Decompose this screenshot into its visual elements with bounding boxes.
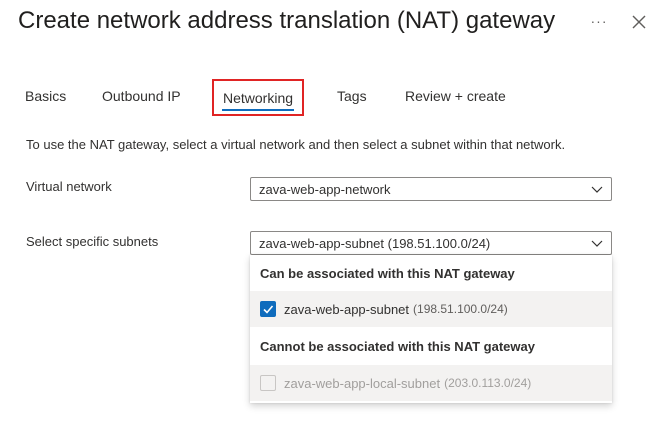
virtual-network-label: Virtual network (26, 179, 112, 194)
subnets-value: zava-web-app-subnet (198.51.100.0/24) (259, 235, 491, 251)
tab-label: Networking (223, 89, 294, 106)
subnets-dropdown[interactable]: zava-web-app-subnet (198.51.100.0/24) (250, 231, 612, 255)
networking-description: To use the NAT gateway, select a virtual… (26, 137, 566, 152)
subnets-dropdown-list: Can be associated with this NAT gateway … (250, 255, 612, 403)
nat-gateway-create-blade: Create network address translation (NAT)… (0, 0, 661, 438)
ellipsis-icon[interactable]: ··· (588, 10, 610, 32)
tab-label: Tags (337, 88, 367, 104)
checkbox-disabled (260, 375, 276, 391)
chevron-down-icon (591, 240, 603, 247)
tab-label: Basics (25, 88, 67, 104)
close-icon[interactable] (628, 11, 650, 33)
checkmark-icon (263, 305, 274, 314)
subnet-option-web-app-subnet[interactable]: zava-web-app-subnet (198.51.100.0/24) (250, 291, 612, 327)
subnets-label: Select specific subnets (26, 234, 159, 249)
subnet-cidr: (203.0.113.0/24) (444, 376, 532, 390)
page-title: Create network address translation (NAT)… (18, 7, 556, 34)
tab-label: Review + create (405, 88, 506, 104)
tab-outbound-ip[interactable]: Outbound IP (102, 78, 181, 114)
tab-tags[interactable]: Tags (337, 78, 367, 114)
group-header-associable: Can be associated with this NAT gateway (260, 266, 515, 281)
subnet-cidr: (198.51.100.0/24) (413, 302, 508, 316)
checkbox-checked[interactable] (260, 301, 276, 317)
virtual-network-value: zava-web-app-network (259, 181, 391, 197)
tab-bar: Basics Outbound IP Networking Tags Revie… (0, 78, 661, 118)
tab-networking[interactable]: Networking (212, 79, 305, 116)
tab-basics[interactable]: Basics (25, 78, 66, 114)
virtual-network-dropdown[interactable]: zava-web-app-network (250, 177, 612, 201)
subnet-option-web-app-local-subnet: zava-web-app-local-subnet (203.0.113.0/2… (250, 365, 612, 401)
subnet-name: zava-web-app-local-subnet (284, 375, 441, 391)
tab-label: Outbound IP (102, 88, 181, 104)
subnet-name: zava-web-app-subnet (284, 301, 410, 317)
chevron-down-icon (591, 186, 603, 193)
tab-review-create[interactable]: Review + create (405, 78, 506, 114)
group-header-not-associable: Cannot be associated with this NAT gatew… (260, 339, 535, 354)
active-tab-indicator (222, 109, 295, 111)
